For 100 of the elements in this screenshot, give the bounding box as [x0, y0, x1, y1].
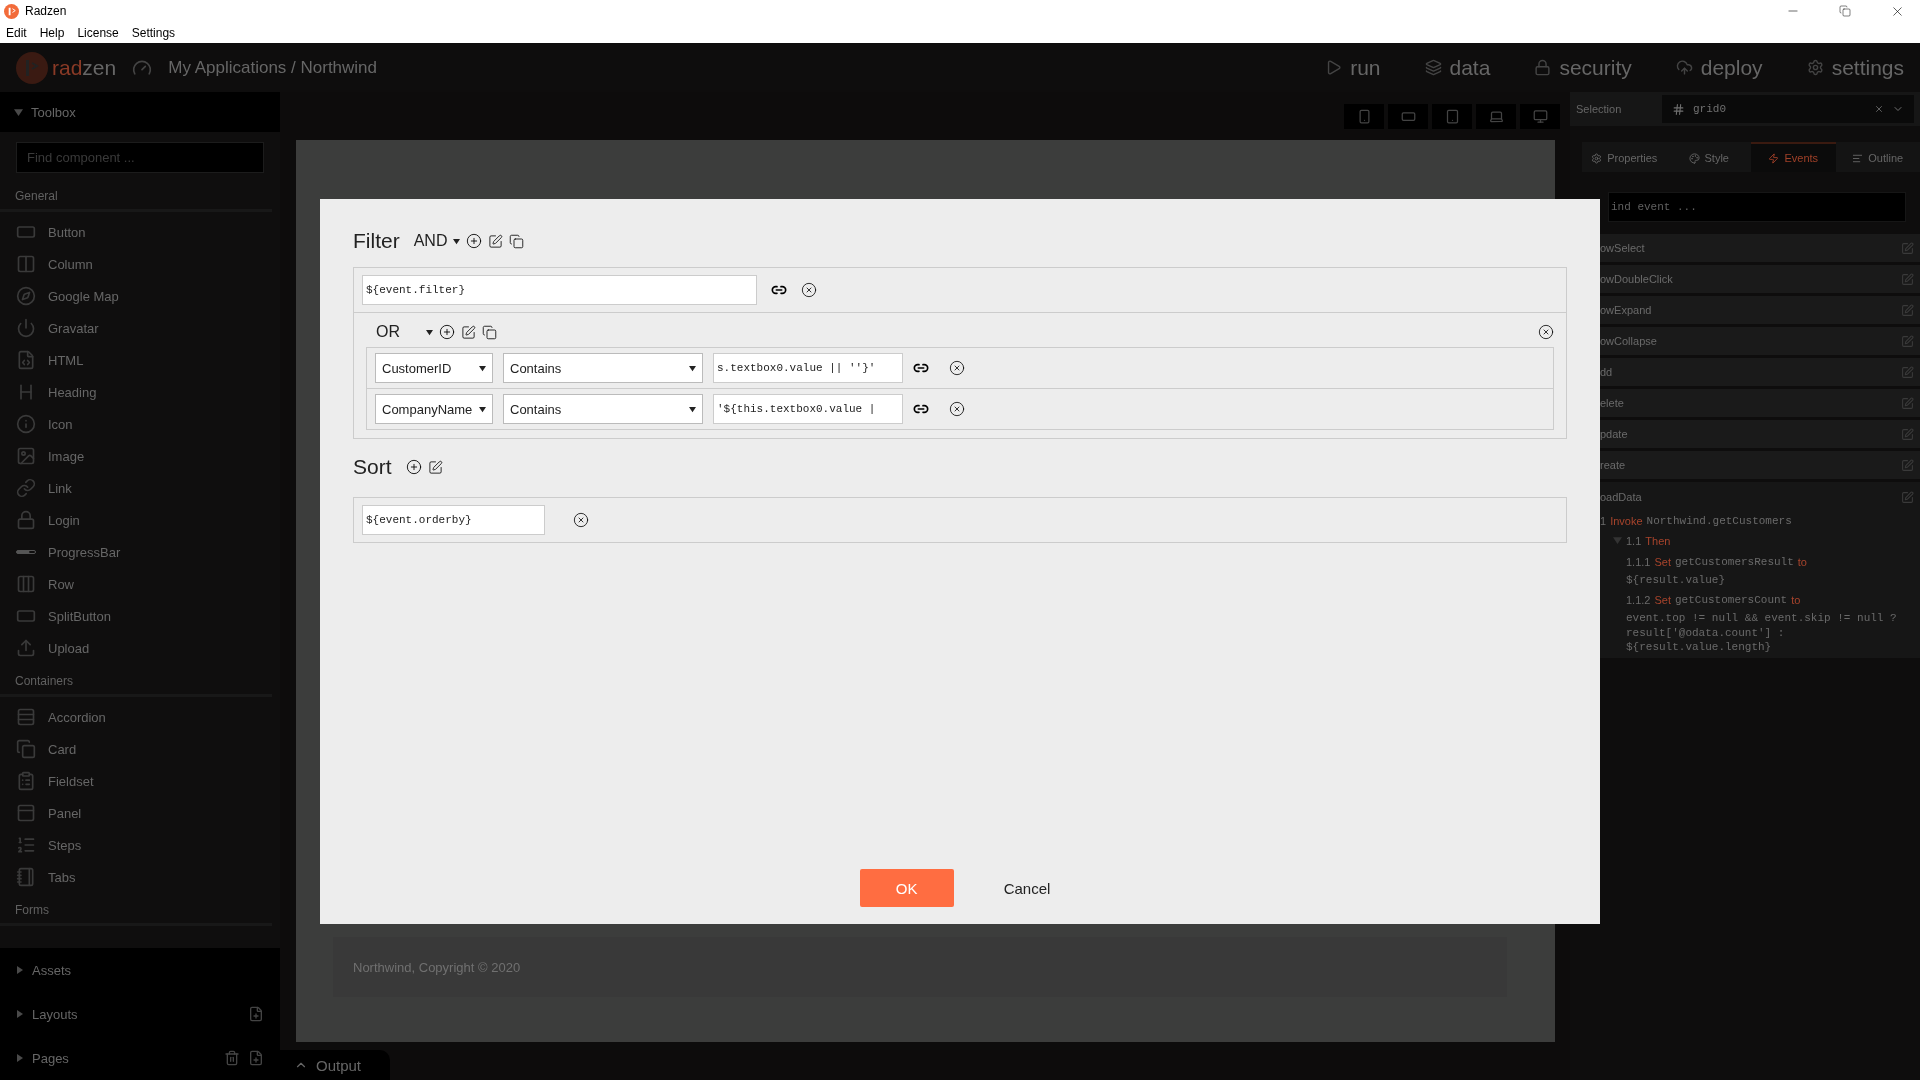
menu-item[interactable]: Settings [131, 25, 176, 40]
nav-link[interactable]: data [1424, 55, 1491, 80]
remove-icon[interactable] [949, 360, 965, 376]
value-field[interactable]: '${this.textbox0.value | [713, 394, 903, 424]
selection-dropdown[interactable]: grid0 [1662, 95, 1914, 123]
operator-dropdown[interactable]: OR [376, 323, 433, 341]
device-button[interactable] [1388, 103, 1428, 129]
toolbox-item[interactable]: Google Map [0, 280, 272, 312]
toolbox-item[interactable]: ProgressBar [0, 536, 272, 568]
upload-icon [16, 638, 36, 658]
event-search-field[interactable]: ind event ... [1608, 192, 1906, 222]
toolbox-item[interactable]: Column [0, 248, 272, 280]
add-icon[interactable] [466, 233, 483, 249]
columns-icon [16, 574, 36, 594]
field-dropdown[interactable]: CustomerID [375, 353, 493, 383]
toolbox-item[interactable]: Link [0, 472, 272, 504]
remove-icon[interactable] [1538, 324, 1554, 340]
caret-icon [689, 364, 696, 372]
play-icon [1325, 59, 1343, 76]
layers-icon [1424, 59, 1442, 76]
toolbox-item[interactable]: Button [0, 216, 272, 248]
toolbox-item[interactable]: SplitButton [0, 600, 272, 632]
action-verb: Then [1645, 534, 1671, 549]
toolbox-item[interactable]: Upload [0, 632, 272, 664]
edit-icon[interactable] [461, 324, 476, 340]
operator-dropdown[interactable]: Contains [503, 394, 703, 424]
search-field[interactable]: Find component ... [16, 142, 264, 173]
section-title: Containers [0, 664, 272, 697]
edit-icon[interactable] [427, 459, 443, 475]
rows-icon [16, 707, 36, 727]
device-button[interactable] [1520, 103, 1560, 129]
nav-link[interactable]: security [1534, 55, 1632, 80]
action-target: getCustomersResult [1675, 554, 1794, 569]
panel-icon [16, 803, 36, 823]
action-connector: to [1797, 554, 1807, 569]
toolbox-item[interactable]: Image [0, 440, 272, 472]
toolbox-item[interactable]: Steps [0, 829, 272, 861]
trash-icon[interactable] [224, 1050, 240, 1066]
add-file-icon[interactable] [248, 1050, 264, 1066]
value-field[interactable]: s.textbox0.value || ''}' [713, 353, 903, 383]
inspector-tab[interactable]: Style [1666, 142, 1751, 172]
group-icon[interactable] [509, 233, 525, 249]
device-button[interactable] [1432, 103, 1472, 129]
nav-link[interactable]: deploy [1675, 55, 1763, 80]
filter-expression-field[interactable]: ${event.filter} [362, 275, 757, 305]
inspector-tab[interactable]: Events [1751, 142, 1836, 172]
add-icon[interactable] [439, 324, 455, 340]
step-number: 1.1.1 [1626, 554, 1651, 569]
remove-icon[interactable] [949, 401, 965, 417]
cancel-button[interactable]: Cancel [993, 869, 1061, 907]
event-name: dd [1600, 366, 1614, 378]
nav-link[interactable]: settings [1806, 55, 1904, 80]
info-icon [16, 414, 36, 434]
nav-link[interactable]: run [1325, 55, 1381, 80]
toolbox-item[interactable]: Row [0, 568, 272, 600]
operator-dropdown[interactable]: Contains [503, 353, 703, 383]
toolbox-item[interactable]: HTML [0, 344, 272, 376]
edit-icon[interactable] [488, 233, 504, 249]
action-value: ${result.value} [1626, 572, 1727, 588]
device-button[interactable] [1344, 103, 1384, 129]
remove-icon[interactable] [573, 512, 589, 528]
field-dropdown[interactable]: CompanyName [375, 394, 493, 424]
toolbox-item[interactable]: Heading [0, 376, 272, 408]
operator-dropdown[interactable]: AND [413, 232, 461, 250]
toolbox-header[interactable]: Toolbox [0, 92, 280, 132]
ok-button[interactable]: OK [859, 869, 954, 907]
event-name: elete [1600, 397, 1625, 409]
device-button[interactable] [1476, 103, 1516, 129]
remove-icon[interactable] [801, 282, 817, 298]
breadcrumb: My Applications / Northwind [168, 57, 379, 78]
event-name: owDoubleClick [1600, 273, 1674, 285]
action-verb: Invoke [1610, 514, 1643, 529]
toolbox-item[interactable]: Login [0, 504, 272, 536]
list-icon [16, 835, 36, 855]
sort-expression-field[interactable]: ${event.orderby} [362, 505, 545, 535]
action-target: Northwind.getCustomers [1646, 514, 1792, 529]
columns-icon [16, 254, 36, 274]
action-value: event.top != null && event.skip != null ? result['@odata.count'] : ${result.value.length} [1626, 611, 1898, 655]
add-icon[interactable] [405, 459, 422, 475]
toolbox-item[interactable]: Icon [0, 408, 272, 440]
event-name: owCollapse [1600, 335, 1658, 347]
toolbox-item[interactable]: Panel [0, 797, 272, 829]
inspector-tab[interactable]: Outline [1835, 142, 1920, 172]
event-name: pdate [1600, 428, 1629, 440]
menu-item[interactable]: License [77, 25, 119, 40]
output-tab[interactable]: Output [280, 1050, 390, 1080]
group-icon[interactable] [482, 324, 497, 340]
toolbox-item[interactable]: Tabs [0, 861, 272, 893]
window-title: Radzen [25, 4, 68, 18]
toolbox-item[interactable]: Accordion [0, 701, 272, 733]
menu-item[interactable]: Help [39, 25, 65, 40]
toolbox-item[interactable]: Gravatar [0, 312, 272, 344]
caret-icon [453, 237, 461, 245]
toolbox-item[interactable]: Fieldset [0, 765, 272, 797]
settings-icon [1806, 59, 1824, 76]
toolbox-item[interactable]: Card [0, 733, 272, 765]
step-number: 1.1 [1626, 534, 1642, 549]
menu-item[interactable]: Edit [6, 25, 27, 40]
inspector-tab[interactable]: Properties [1582, 142, 1667, 172]
add-file-icon[interactable] [248, 1006, 264, 1022]
